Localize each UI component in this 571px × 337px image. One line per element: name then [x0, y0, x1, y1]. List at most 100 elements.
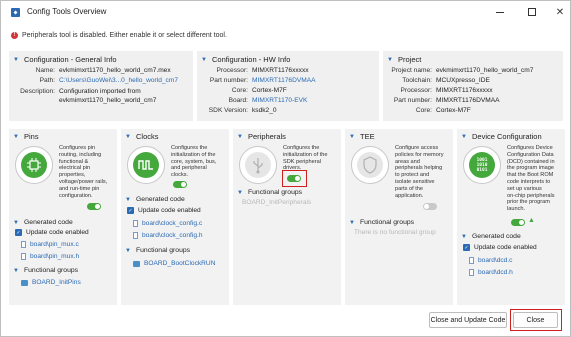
pins-update-code-checkbox[interactable]: ✓ Update code enabled: [15, 229, 89, 236]
clocks-tool-card: ▼ Clocks Configures the initialization of…: [121, 129, 229, 305]
project-header[interactable]: ▼ Project: [387, 55, 421, 64]
shield-icon: [357, 152, 383, 178]
clocks-file-h-link[interactable]: board\clock_config.h: [133, 232, 202, 239]
file-icon: [133, 220, 138, 227]
hw-info-panel: ▼ Configuration - HW Info Processor: MIM…: [197, 51, 379, 121]
warning-triangle-icon: ▲: [528, 217, 535, 224]
processor-value: MIMXRT1176xxxxx: [252, 67, 309, 74]
window-title: Config Tools Overview: [27, 7, 107, 16]
dcd-file-c-link[interactable]: board\dcd.c: [469, 257, 512, 264]
tee-enable-toggle[interactable]: [423, 203, 437, 210]
usb-icon: [245, 152, 271, 178]
description-label: Description:: [20, 88, 55, 95]
project-processor-label: Processor:: [400, 87, 432, 94]
warning-message: ! Peripherals tool is disabled. Either e…: [11, 29, 227, 41]
peripherals-tool-button[interactable]: [239, 146, 277, 184]
project-core-label: Core:: [415, 107, 432, 114]
description-line-2: evkmimxrt1170_hello_world_cm7: [59, 97, 157, 104]
dcd-update-code-checkbox[interactable]: ✓ Update code enabled: [463, 244, 537, 251]
toolchain-value: MCUXpresso_IDE: [436, 77, 490, 84]
checkbox-checked-icon: ✓: [127, 207, 134, 214]
title-bar: Config Tools Overview ✕: [1, 1, 570, 23]
tee-title: TEE: [360, 132, 375, 141]
project-name-label: Project name:: [391, 67, 432, 74]
project-part-label: Part number:: [393, 97, 432, 104]
project-panel: ▼ Project Project name: evkmimxrt1170_he…: [383, 51, 563, 121]
core-label: Core:: [231, 87, 248, 94]
chevron-down-icon: ▼: [13, 219, 19, 226]
path-label: Path:: [39, 77, 55, 84]
clocks-file-c-link[interactable]: board\clock_config.c: [133, 220, 202, 227]
dcd-tool-button[interactable]: 1001 1010 0101: [463, 146, 501, 184]
function-icon: [21, 279, 28, 286]
project-processor-value: MIMXRT1176xxxxx: [436, 87, 493, 94]
function-icon: [133, 260, 140, 267]
binary-data-icon: 1001 1010 0101: [469, 152, 495, 178]
clocks-header[interactable]: ▼ Clocks: [125, 132, 159, 141]
toggle-highlight-box: [282, 170, 307, 187]
description-line-1: Configuration imported from: [59, 88, 141, 95]
clocks-functional-groups-header[interactable]: ▼ Functional groups: [125, 247, 190, 254]
checkbox-checked-icon: ✓: [463, 244, 470, 251]
tee-tool-button[interactable]: [351, 146, 389, 184]
pins-file-c-link[interactable]: board\pin_mux.c: [21, 241, 79, 248]
pins-functional-group-item[interactable]: BOARD_InitPins: [21, 279, 81, 286]
general-info-panel: ▼ Configuration - General Info Name: evk…: [9, 51, 193, 121]
general-info-header[interactable]: ▼ Configuration - General Info: [13, 55, 117, 64]
dcd-file-h-link[interactable]: board\dcd.h: [469, 269, 513, 276]
dcd-enable-toggle[interactable]: [511, 219, 525, 226]
dcd-description: Configures Device Configuration Data (DCD)…: [507, 145, 555, 213]
maximize-button[interactable]: [521, 3, 543, 21]
dcd-header[interactable]: ▼ Device Configuration: [461, 132, 542, 141]
pins-enable-toggle[interactable]: [87, 203, 101, 210]
clocks-update-code-checkbox[interactable]: ✓ Update code enabled: [127, 207, 201, 214]
clocks-generated-code-header[interactable]: ▼ Generated code: [125, 196, 185, 203]
core-value: Cortex-M7F: [252, 87, 287, 94]
dcd-generated-code-header[interactable]: ▼ Generated code: [461, 233, 521, 240]
sdk-version-label: SDK Version:: [208, 107, 248, 114]
general-info-title: Configuration - General Info: [24, 55, 117, 64]
project-name-value: evkmimxrt1170_hello_world_cm7: [436, 67, 534, 74]
toolchain-label: Toolchain:: [402, 77, 432, 84]
peripherals-functional-groups-header[interactable]: ▼ Functional groups: [237, 189, 302, 196]
app-icon: [11, 8, 20, 17]
minimize-icon: [496, 11, 504, 13]
board-link[interactable]: MIMXRT1170-EVK: [252, 97, 307, 104]
part-number-link[interactable]: MIMXRT1176DVMAA: [252, 77, 316, 84]
close-and-update-code-button[interactable]: Close and Update Code: [429, 312, 507, 328]
chevron-down-icon: ▼: [461, 133, 467, 140]
file-icon: [469, 269, 474, 276]
pins-header[interactable]: ▼ Pins: [13, 132, 39, 141]
close-button-highlight-box: [510, 309, 562, 331]
minimize-button[interactable]: [489, 3, 511, 21]
tee-no-groups-text: There is no functional group: [354, 229, 436, 236]
file-icon: [21, 253, 26, 260]
name-label: Name:: [35, 67, 55, 74]
hw-info-header[interactable]: ▼ Configuration - HW Info: [201, 55, 290, 64]
clocks-enable-toggle[interactable]: [173, 181, 187, 188]
pins-description: Configures pin routing, including function…: [59, 145, 108, 199]
clock-wave-icon: [133, 152, 159, 178]
close-window-button[interactable]: ✕: [549, 3, 571, 21]
tee-functional-groups-header[interactable]: ▼ Functional groups: [349, 219, 414, 226]
pins-file-h-link[interactable]: board\pin_mux.h: [21, 253, 79, 260]
maximize-icon: [528, 8, 536, 16]
pins-generated-code-header[interactable]: ▼ Generated code: [13, 219, 73, 226]
chevron-down-icon: ▼: [13, 133, 19, 140]
chevron-down-icon: ▼: [13, 267, 19, 274]
peripherals-header[interactable]: ▼ Peripherals: [237, 132, 286, 141]
hw-info-title: Configuration - HW Info: [212, 55, 291, 64]
chevron-down-icon: ▼: [461, 233, 467, 240]
clocks-description: Configures the initialization of the core,…: [171, 145, 217, 179]
dcd-title: Device Configuration: [472, 132, 542, 141]
clocks-functional-group-item[interactable]: BOARD_BootClockRUN: [133, 260, 215, 267]
chevron-down-icon: ▼: [387, 56, 393, 63]
clocks-tool-button[interactable]: [127, 146, 165, 184]
pins-tool-button[interactable]: [15, 146, 53, 184]
pins-functional-groups-header[interactable]: ▼ Functional groups: [13, 267, 78, 274]
config-path-link[interactable]: C:\Users\GuoWei\3...0_hello_world_cm7: [59, 77, 178, 84]
error-icon: !: [11, 31, 18, 39]
tee-header[interactable]: ▼ TEE: [349, 132, 375, 141]
chevron-down-icon: ▼: [237, 133, 243, 140]
chevron-down-icon: ▼: [201, 56, 207, 63]
